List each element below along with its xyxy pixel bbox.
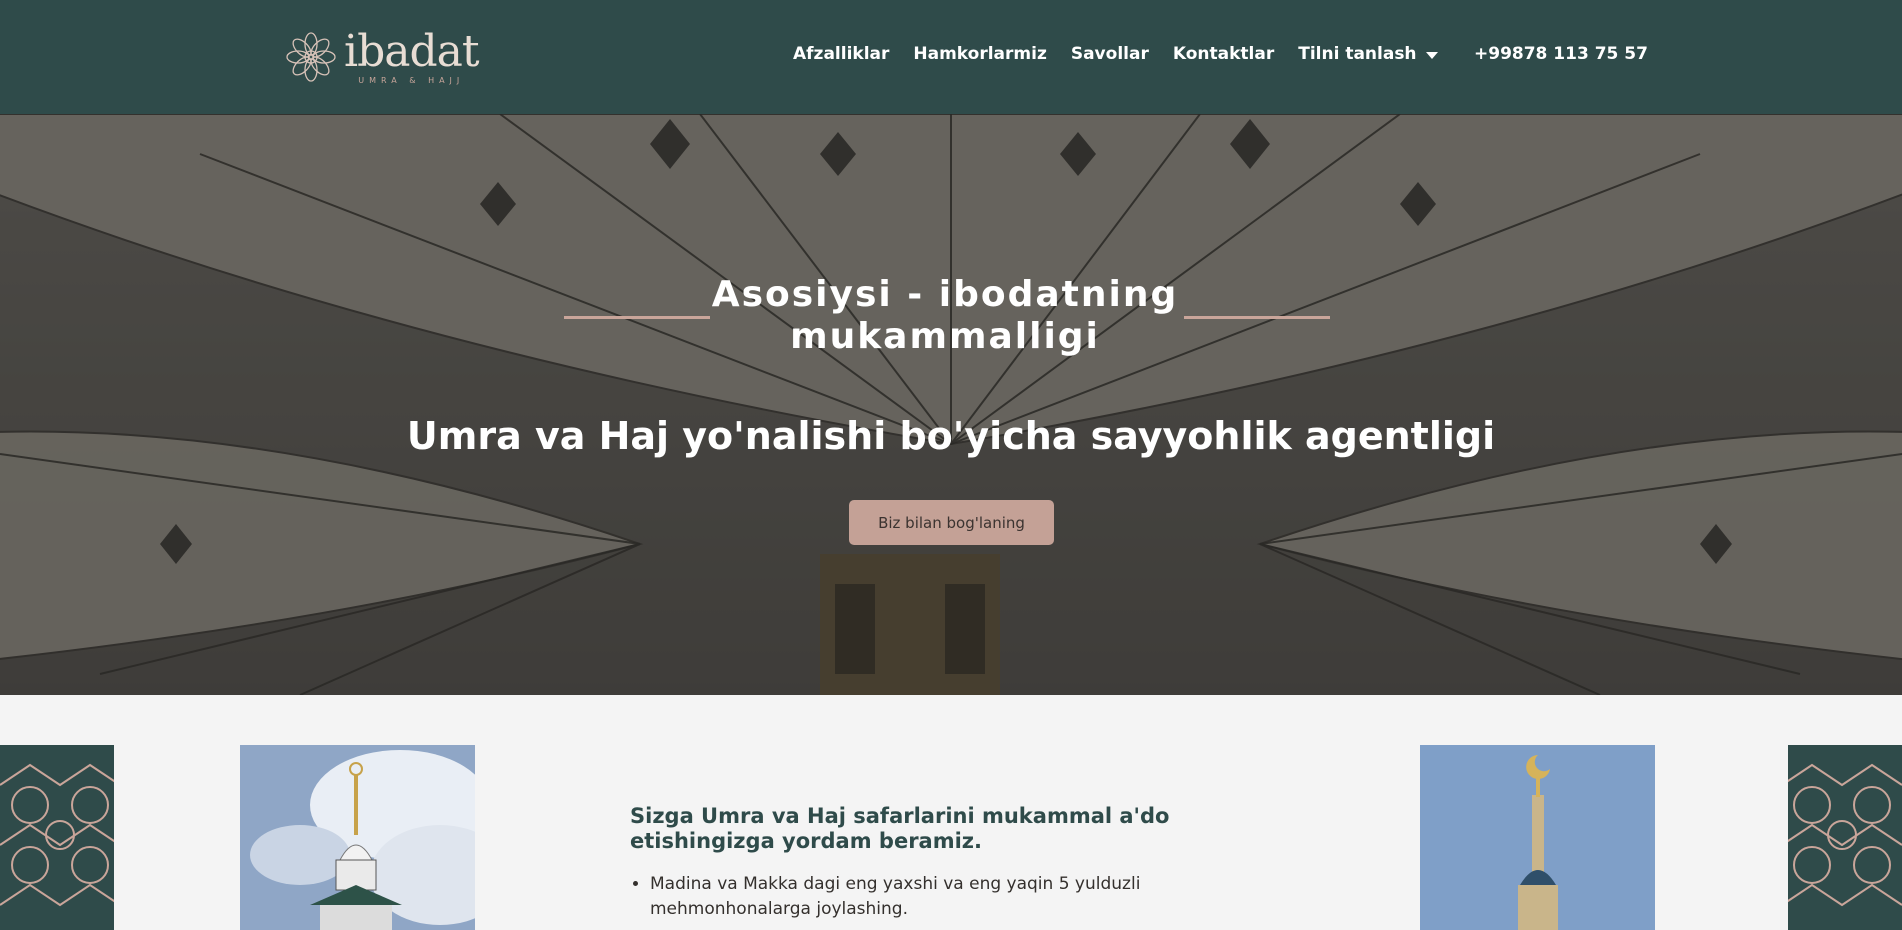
site-header: ibadat UMRA & HAJJ Afzalliklar Hamkorlar… (0, 0, 1902, 114)
logo-wordmark: ibadat (344, 25, 480, 77)
services-title: Sizga Umra va Haj safarlarini mukammal a… (630, 804, 1170, 853)
hero-title: Asosiysi - ibodatning mukammalligi (711, 274, 1179, 357)
main-nav: Afzalliklar Hamkorlarmiz Savollar Kontak… (793, 44, 1462, 64)
services-list: Madina va Makka dagi eng yaxshi va eng y… (630, 872, 1290, 922)
logo[interactable]: ibadat UMRA & HAJJ (284, 26, 484, 88)
hero-overlay (0, 114, 1902, 695)
chevron-down-icon (1425, 51, 1438, 59)
hero-subtitle: Umra va Haj yo'nalishi bo'yicha sayyohli… (406, 414, 1496, 458)
nav-item-hamkorlarmiz[interactable]: Hamkorlarmiz (913, 44, 1046, 64)
nav-item-savollar[interactable]: Savollar (1071, 44, 1149, 64)
hero-title-divider-right (1184, 316, 1330, 319)
logo-tagline: UMRA & HAJJ (358, 75, 465, 85)
language-dropdown[interactable]: Tilni tanlash (1298, 44, 1438, 64)
hero-section: Asosiysi - ibodatning mukammalligi Umra … (0, 114, 1902, 695)
phone-link[interactable]: +99878 113 75 57 (1474, 44, 1648, 64)
minaret-photo-left (240, 745, 475, 930)
flower-logo-icon (286, 32, 336, 82)
decorative-pattern-right (1788, 745, 1902, 930)
list-item: Madina va Makka dagi eng yaxshi va eng y… (650, 872, 1290, 922)
nav-item-kontaktlar[interactable]: Kontaktlar (1173, 44, 1274, 64)
nav-item-afzalliklar[interactable]: Afzalliklar (793, 44, 889, 64)
language-dropdown-label: Tilni tanlash (1298, 44, 1417, 64)
services-intro: Sizga Umra va Haj safarlarini mukammal a… (630, 804, 1290, 922)
contact-us-button[interactable]: Biz bilan bog'laning (849, 500, 1054, 545)
minaret-photo-right (1420, 745, 1655, 930)
hero-title-divider-left (564, 316, 710, 319)
decorative-pattern-left (0, 745, 114, 930)
